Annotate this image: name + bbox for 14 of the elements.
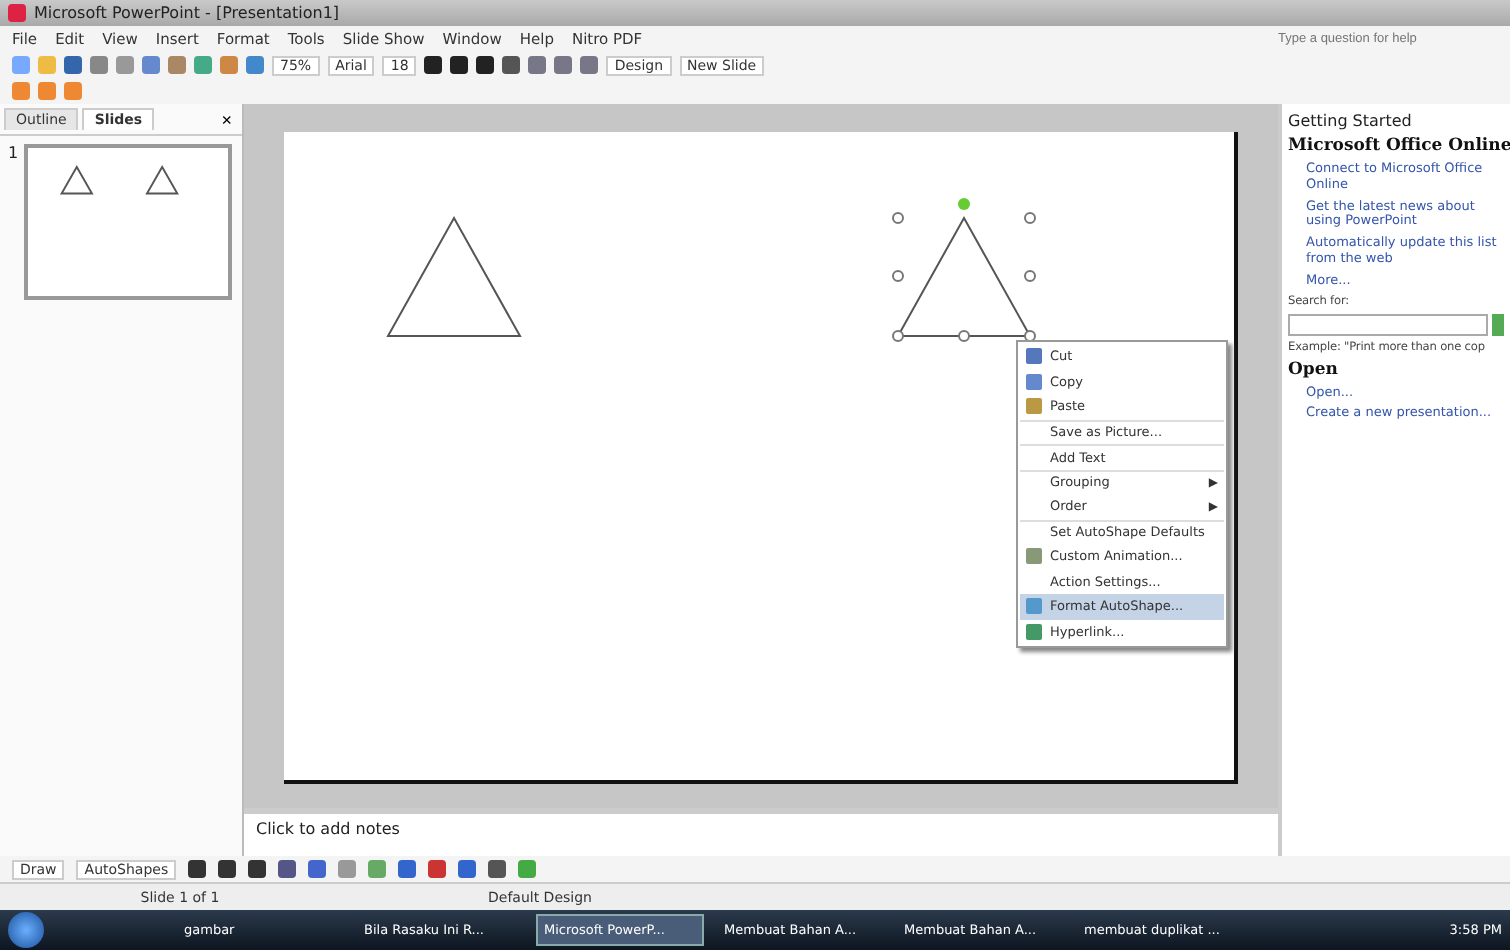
pane-title: Getting Started: [1288, 112, 1412, 130]
slide-number: 1: [8, 144, 19, 166]
start-button[interactable]: [8, 912, 44, 948]
notes-placeholder[interactable]: Click to add notes: [256, 820, 400, 850]
go-button[interactable]: [1492, 313, 1504, 336]
menu-icon: [1026, 548, 1042, 565]
close-button[interactable]: ×: [215, 109, 238, 129]
app-icon: [8, 4, 26, 22]
selected-triangle-shape[interactable]: [892, 198, 1036, 342]
triangle-shape[interactable]: [386, 215, 522, 337]
slide-thumbnail[interactable]: [24, 144, 233, 300]
search-field[interactable]: [1288, 313, 1488, 336]
open-heading: Open: [1288, 359, 1340, 380]
window-title: Microsoft PowerPoint - [Presentation1]: [34, 4, 340, 22]
